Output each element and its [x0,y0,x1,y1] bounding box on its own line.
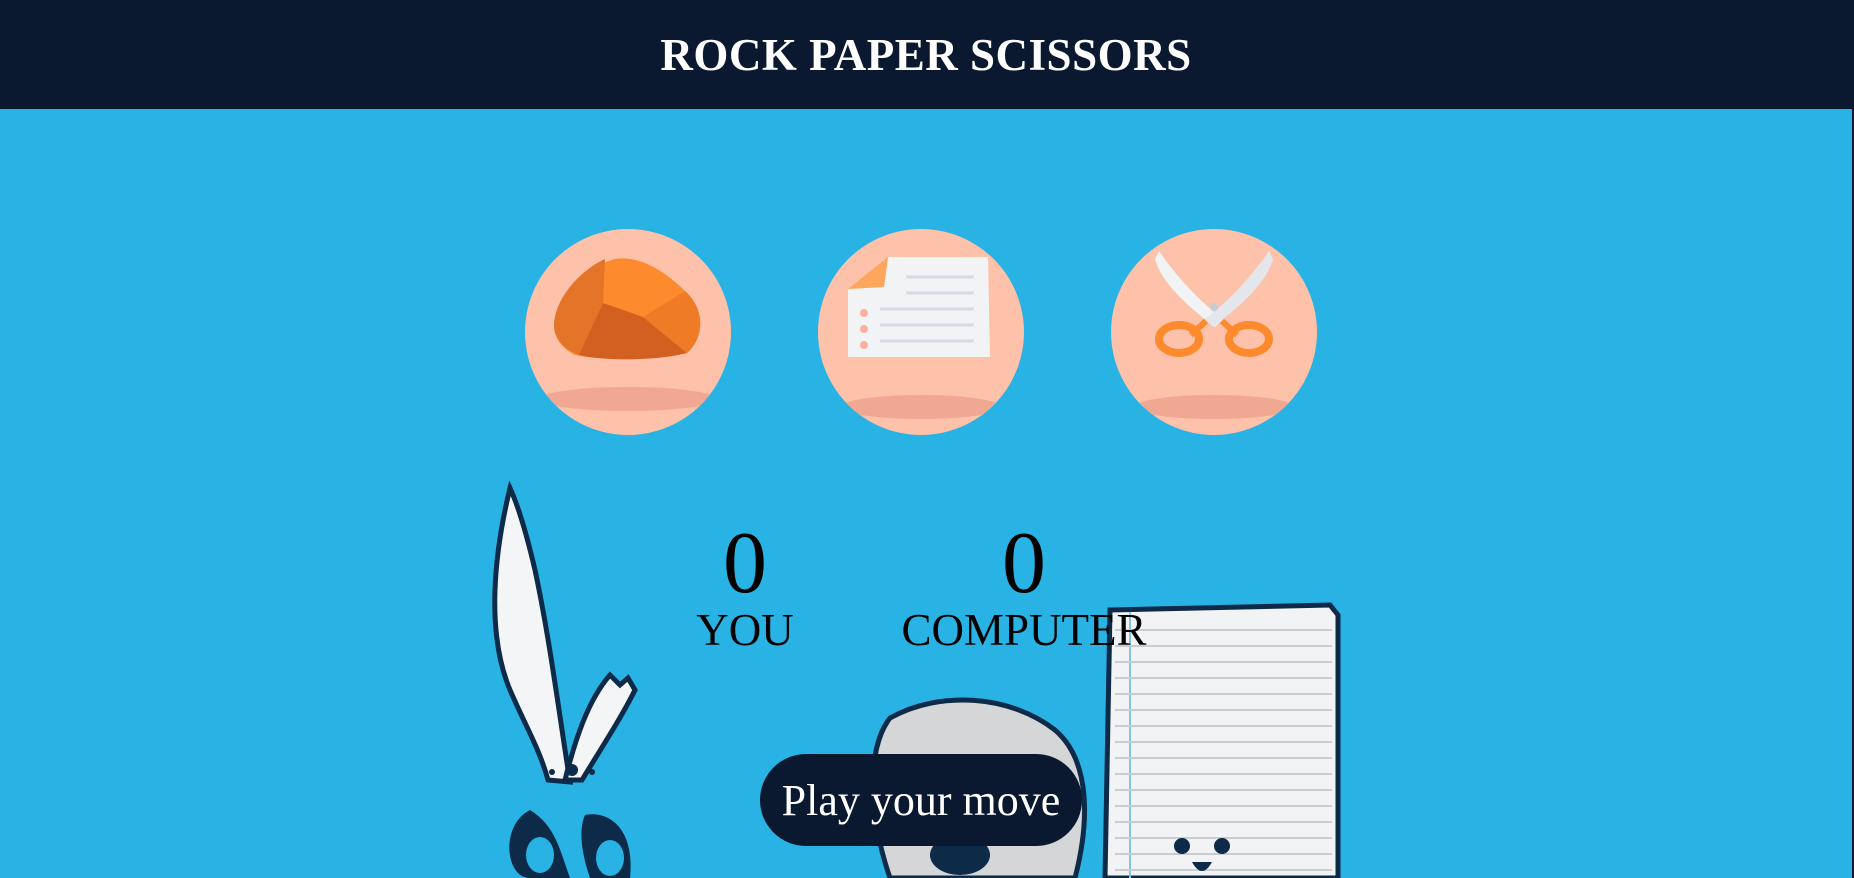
computer-score-value: 0 [1002,515,1046,612]
message-text: Play your move [781,775,1061,825]
computer-score: 0 COMPUTER [884,515,1164,655]
computer-score-label: COMPUTER [901,605,1147,655]
page-title: ROCK PAPER SCISSORS [660,29,1192,80]
user-score: 0 YOU [670,515,820,655]
app-header: ROCK PAPER SCISSORS [0,0,1852,109]
paper-choice-button[interactable] [818,229,1024,435]
rock-icon [540,258,716,411]
paper-icon [841,257,1001,419]
user-score-label: YOU [696,605,794,655]
rock-choice-button[interactable] [525,229,731,435]
scissors-character [492,480,638,878]
scissors-choice-button[interactable] [1111,229,1317,435]
scissors-icon [1134,251,1294,419]
message-banner: Play your move [760,754,1082,846]
user-score-value: 0 [723,515,767,612]
